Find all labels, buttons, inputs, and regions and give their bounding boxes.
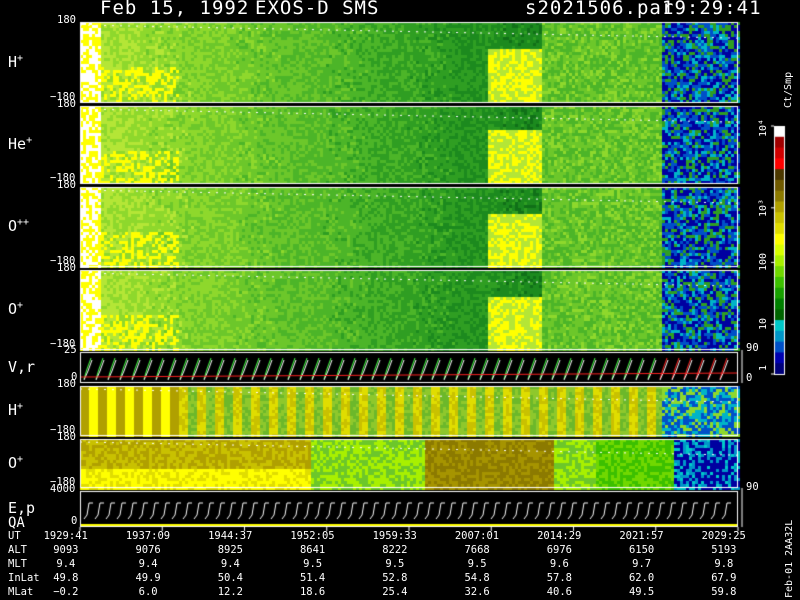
species-charge: ++ <box>17 217 30 228</box>
ephemeris-cell: 18.6 <box>299 586 326 598</box>
ephemeris-cell: 8925 <box>217 544 243 556</box>
species-charge: + <box>17 52 24 64</box>
ephemeris-cell: 8641 <box>299 544 326 556</box>
ephemeris-cell: 9093 <box>53 544 79 556</box>
footer-code: Feb-01 2AA32L <box>784 519 795 598</box>
y-axis-top-label: 180 <box>57 378 76 390</box>
ephemeris-cell: 9.4 <box>56 558 76 570</box>
y-axis-top-label: 25 <box>64 344 77 356</box>
ephemeris-cell: 9.6 <box>549 558 569 570</box>
ephemeris-cell: 6150 <box>628 544 655 556</box>
colorbar-tick-label: 100 <box>758 253 769 272</box>
ephemeris-cell: 62.0 <box>628 572 655 584</box>
y-axis-top-label: 180 <box>57 14 76 26</box>
ephemeris-cell: 5193 <box>711 544 737 556</box>
y-axis-top-label: 180 <box>57 179 76 191</box>
colorbar-tick-label: 10 <box>758 318 769 331</box>
ephemeris-cell: 59.8 <box>711 586 737 598</box>
species-charge: + <box>26 135 33 146</box>
species-charge: + <box>17 401 24 412</box>
ephemeris-cell: 2007:01 <box>454 530 500 542</box>
ephemeris-row-label: ALT <box>8 544 27 556</box>
species-name: O <box>8 453 18 472</box>
ephemeris-cell: 2021:57 <box>619 530 664 542</box>
ephemeris-cell: 9.4 <box>220 558 240 570</box>
species-name: He <box>8 135 27 153</box>
ephemeris-cell: 50.4 <box>217 572 243 584</box>
ephemeris-cell: 51.4 <box>299 572 326 584</box>
ephemeris-cell: 1959:33 <box>372 530 417 542</box>
colorbar-tick-label: 1 <box>758 364 769 371</box>
ephemeris-row-label: UT <box>8 530 21 542</box>
ephemeris-cell: 9.7 <box>632 558 652 570</box>
ephemeris-cell: 6976 <box>546 544 572 556</box>
y-axis-top-label: 180 <box>57 98 76 110</box>
panel-species-label: O++ <box>8 217 29 235</box>
ephemeris-cell: 54.8 <box>464 572 490 584</box>
ephemeris-cell: 12.2 <box>217 586 243 598</box>
ephemeris-cell: 8222 <box>382 544 408 556</box>
species-charge: + <box>17 300 24 311</box>
y-axis-bottom-label: 0 <box>71 515 78 527</box>
ephemeris-cell: 1944:37 <box>208 530 253 542</box>
species-charge: + <box>17 453 24 465</box>
ephemeris-cell: 49.5 <box>628 586 655 598</box>
species-name: O <box>8 300 18 318</box>
panel-species-label: He+ <box>8 135 32 153</box>
ephemeris-cell: 9.5 <box>467 558 487 570</box>
ephemeris-cell: 9.5 <box>303 558 323 570</box>
y-axis-top-label: 180 <box>57 431 76 443</box>
header-time: 19:29:41 <box>662 0 762 19</box>
species-name: H <box>8 401 18 419</box>
ephemeris-cell: 9076 <box>135 544 161 556</box>
panel-species-label: H+ <box>8 401 23 419</box>
ephemeris-cell: 9.4 <box>138 558 158 570</box>
ephemeris-row-label: InLat <box>8 572 40 584</box>
y-axis-top-label: 4000 <box>50 483 76 495</box>
header-date: Feb 15, 1992 <box>100 0 250 19</box>
y-axis-top-label: 180 <box>57 262 76 274</box>
ephemeris-cell: 1929:41 <box>43 530 88 542</box>
spectrogram-canvas <box>0 0 800 600</box>
colorbar-title: Ct/Smp <box>783 71 794 108</box>
ephemeris-cell: 9.5 <box>385 558 405 570</box>
colorbar-tick-label: 10³ <box>758 198 769 217</box>
ephemeris-cell: 9.8 <box>714 558 734 570</box>
panel-species-label: H+ <box>8 53 23 71</box>
ephemeris-cell: 2029:25 <box>701 530 746 542</box>
species-name: H <box>8 52 18 71</box>
right-axis-label: 90 <box>746 481 759 493</box>
ephemeris-cell: 7668 <box>464 544 490 556</box>
panel-qa-label: QA <box>8 515 25 531</box>
ephemeris-cell: 52.8 <box>382 572 408 584</box>
ephemeris-cell: 67.9 <box>711 572 737 584</box>
panel-species-label: O+ <box>8 300 23 318</box>
right-axis-label: 0 <box>746 372 753 384</box>
ephemeris-row-label: MLat <box>8 586 34 598</box>
colorbar-tick-label: 10⁴ <box>758 118 769 137</box>
ephemeris-cell: 1952:05 <box>290 530 335 542</box>
ephemeris-cell: 1937:09 <box>125 530 171 542</box>
panel-species-label: O+ <box>8 454 23 472</box>
ephemeris-cell: −0.2 <box>53 586 79 598</box>
ephemeris-cell: 49.8 <box>53 572 79 584</box>
ephemeris-cell: 6.0 <box>138 586 158 598</box>
header-instrument: EXOS-D SMS <box>255 0 380 19</box>
ephemeris-cell: 32.6 <box>464 586 490 598</box>
right-axis-label: 90 <box>746 342 759 354</box>
species-name: V,r <box>8 357 36 376</box>
ephemeris-cell: 25.4 <box>382 586 408 598</box>
header-file: s2021506.par <box>525 0 675 19</box>
ephemeris-cell: 57.8 <box>546 572 572 584</box>
panel-species-label: V,r <box>8 358 35 376</box>
ephemeris-cell: 40.6 <box>546 586 572 598</box>
ephemeris-cell: 49.9 <box>135 572 161 584</box>
ephemeris-cell: 2014:29 <box>537 530 582 542</box>
ephemeris-row-label: MLT <box>8 558 27 570</box>
species-name: O <box>8 217 18 235</box>
